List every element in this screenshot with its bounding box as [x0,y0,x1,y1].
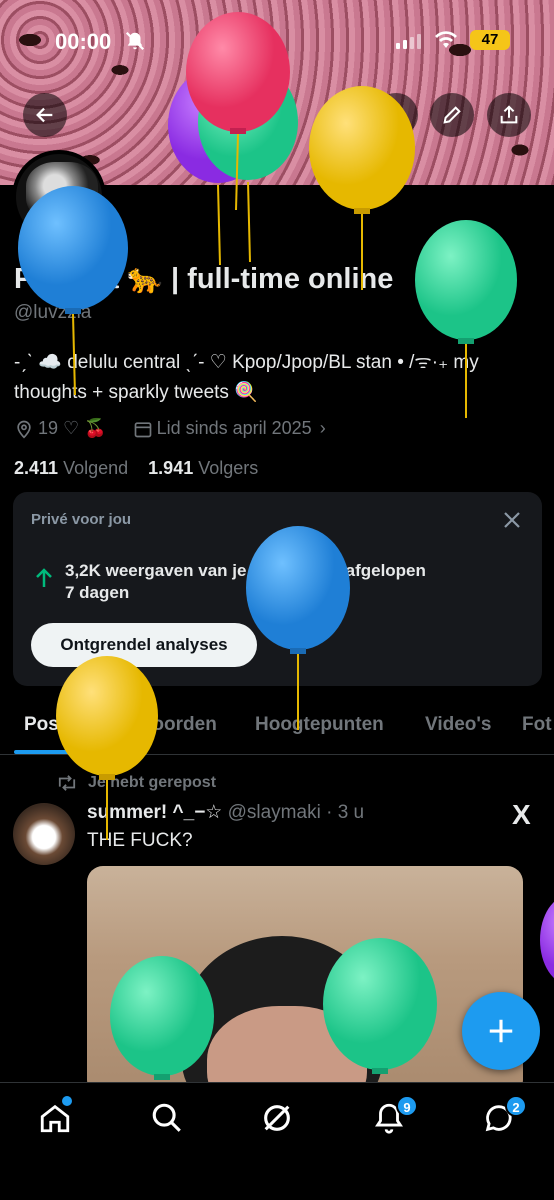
home-unread-dot [62,1096,72,1106]
balloon-blue [246,526,350,730]
notifications-badge: 9 [396,1095,418,1117]
balloon-blue [18,186,128,396]
search-icon[interactable] [150,1101,184,1135]
balloons-overlay [18,12,554,1080]
balloon-green [110,956,214,1080]
grok-icon[interactable] [260,1101,294,1135]
compose-button[interactable] [462,992,540,1070]
home-icon[interactable] [38,1101,72,1135]
balloon-yellow [56,656,158,840]
balloon-green [323,938,437,1074]
messages-badge: 2 [505,1095,527,1117]
balloon-green [415,220,517,418]
balloon-pink [186,12,290,211]
plus-icon [489,1019,513,1043]
balloon-purple [540,901,554,979]
balloon-yellow [309,86,415,290]
bottom-navigation: 9 2 [0,1082,554,1200]
